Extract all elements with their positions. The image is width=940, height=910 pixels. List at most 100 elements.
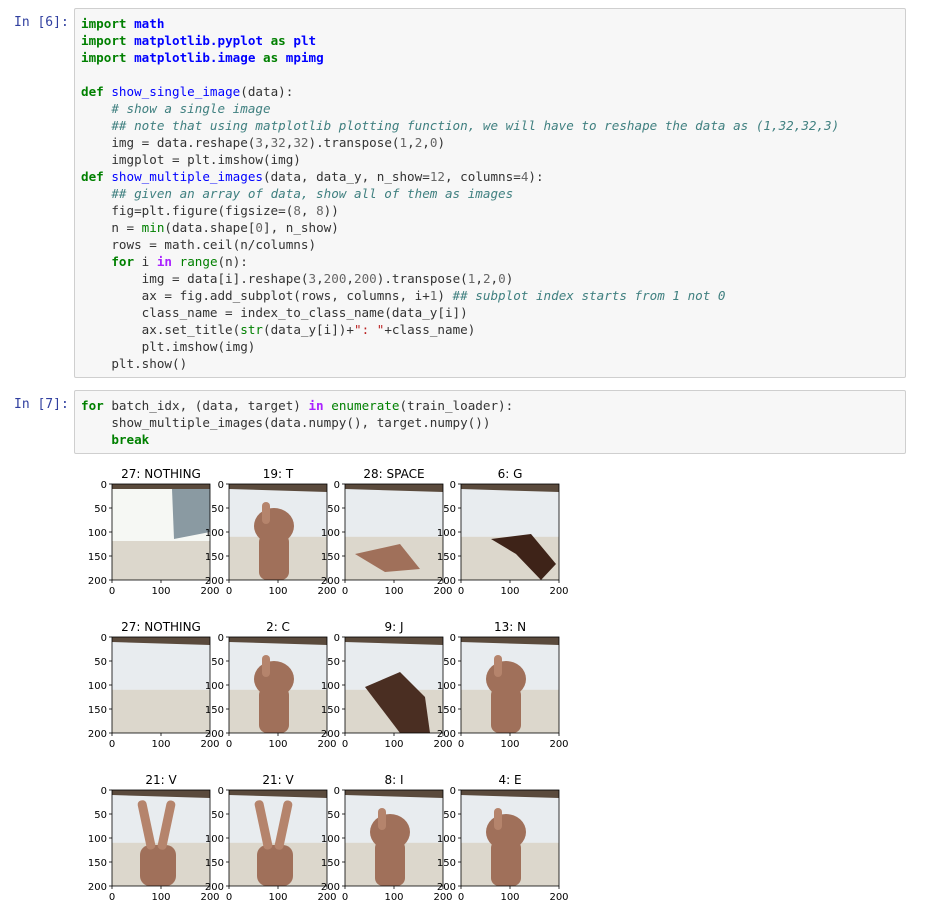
y-tick-label: 200 [437,576,456,587]
y-tick-label: 150 [321,552,340,563]
code-token: , [475,271,483,286]
y-tick-label: 100 [88,834,107,845]
hand-finger [378,808,386,830]
code-cell-6: In [6]: import math import matplotlib.pyp… [0,8,940,378]
code-line: import matplotlib.image as mpimg [81,49,839,66]
y-tick-label: 150 [321,858,340,869]
x-tick-label: 200 [549,586,568,597]
code-line: for i in range(n): [81,253,839,270]
y-tick-label: 0 [450,786,456,797]
code-token: # show a single image [111,101,271,116]
x-tick-label: 100 [151,892,170,903]
y-tick-label: 100 [205,528,224,539]
x-tick-label: 200 [433,739,452,750]
y-tick-label: 200 [205,576,224,587]
code-token: 12 [429,169,445,184]
code-token: 1 [399,135,408,150]
code-token: show_single_image [111,84,241,99]
code-token: 8 [293,203,301,218]
x-tick-label: 0 [226,739,232,750]
code-token: (train_loader): [399,398,514,413]
code-token: img = data[i].reshape( [81,271,309,286]
y-tick-label: 200 [321,729,340,740]
y-tick-label: 100 [88,528,107,539]
output-figure: 27: NOTHING 0 50 100 150 200 0 100 200 19: T 0 50 10… [74,460,594,910]
code-token: ) [437,288,453,303]
y-tick-label: 200 [88,576,107,587]
x-tick-label: 0 [458,739,464,750]
y-tick-label: 200 [321,882,340,893]
code-token: ).transpose( [376,271,468,286]
code-token: +class_name) [384,322,476,337]
x-tick-label: 0 [109,892,115,903]
y-tick-label: 100 [88,681,107,692]
subplot: 8: I0501001502000 100 200 [321,773,453,903]
y-tick-label: 100 [437,834,456,845]
y-tick-label: 0 [450,633,456,644]
hand-palm [254,661,294,697]
y-tick-label: 50 [327,810,340,821]
code-token: i [134,254,157,269]
code-token: imgplot = plt.imshow(img) [81,152,301,167]
code-token: , [300,203,317,218]
y-tick-label: 50 [327,657,340,668]
y-tick-label: 50 [94,504,107,515]
y-tick-label: 50 [211,657,224,668]
x-tick-label: 200 [317,586,336,597]
code-text[interactable]: import math import matplotlib.pyplot as p… [81,15,839,372]
y-tick-label: 150 [88,552,107,563]
x-tick-label: 200 [317,739,336,750]
subplot-title: 8: I [384,773,403,787]
y-tick-label: 100 [205,834,224,845]
code-token: for [81,398,104,413]
x-tick-label: 0 [342,892,348,903]
x-tick-label: 0 [226,586,232,597]
x-tick-label: 100 [500,586,519,597]
subplot: 21: V0501001502000 100 200 [205,773,337,903]
code-token: 2 [482,271,491,286]
x-tick-label: 200 [549,892,568,903]
subplot: 9: J0501001502000 100 200 [321,620,453,750]
y-tick-label: 150 [437,705,456,716]
x-tick-label: 200 [317,892,336,903]
x-tick-label: 100 [384,892,403,903]
code-editor[interactable]: for batch_idx, (data, target) in enumera… [74,390,906,454]
y-tick-label: 150 [88,858,107,869]
y-tick-label: 50 [211,504,224,515]
x-tick-label: 200 [433,586,452,597]
hand-finger [494,655,502,677]
code-token: (data, data_y, n_show= [263,169,430,184]
code-token: ).transpose( [308,135,400,150]
y-tick-label: 50 [443,657,456,668]
y-tick-label: 50 [94,810,107,821]
code-token: import [81,33,127,48]
hand-finger [494,808,502,830]
x-tick-label: 100 [151,739,170,750]
image-upper-wall [345,484,443,537]
code-token: img = data.reshape( [81,135,256,150]
code-token: , [262,135,271,150]
code-line: img = data.reshape(3,32,32).transpose(1,… [81,134,839,151]
code-token: ## given an array of data, show all of t… [111,186,514,201]
y-tick-label: 200 [88,882,107,893]
code-token: , [490,271,499,286]
code-token: ": " [353,322,385,337]
y-tick-label: 200 [88,729,107,740]
subplot: 4: E0501001502000 100 200 [437,773,569,903]
image-upper-wall [112,637,210,690]
code-token: show_multiple_images(data.numpy(), targe… [81,415,491,430]
code-editor[interactable]: import math import matplotlib.pyplot as p… [74,8,906,378]
code-line: def show_multiple_images(data, data_y, n… [81,168,839,185]
subplot-title: 2: C [266,620,290,634]
hand-palm [254,508,294,544]
code-line: class_name = index_to_class_name(data_y[… [81,304,839,321]
hand-palm [257,845,293,886]
code-text[interactable]: for batch_idx, (data, target) in enumera… [81,397,513,448]
code-token: matplotlib.image [134,50,256,65]
y-tick-label: 200 [205,882,224,893]
code-token: in [156,254,173,269]
y-tick-label: 0 [218,480,224,491]
code-line: plt.show() [81,355,839,372]
